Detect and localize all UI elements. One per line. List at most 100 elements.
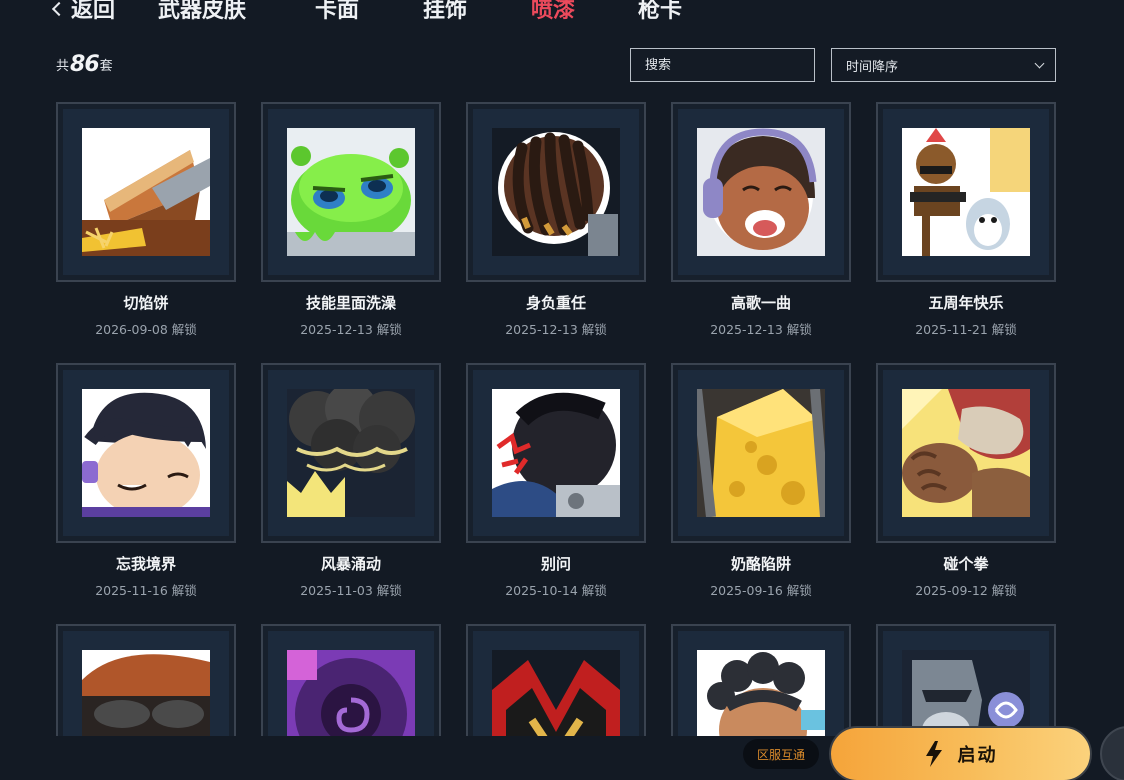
spray-anniversary-image xyxy=(902,128,1030,256)
spray-unlock-date: 2025-10-14 解锁 xyxy=(505,583,607,598)
spray-artwork xyxy=(902,128,1030,256)
launch-button[interactable]: 启动 xyxy=(829,726,1092,780)
spray-thumbnail-frame xyxy=(671,624,851,736)
spray-thumbnail-frame xyxy=(56,624,236,736)
spray-name: 五周年快乐 xyxy=(928,294,1004,312)
spray-name: 忘我境界 xyxy=(115,555,176,573)
spray-knight-image xyxy=(902,650,1030,736)
spray-storm-image xyxy=(287,389,415,517)
spray-unlock-date: 2025-12-13 解锁 xyxy=(710,322,812,337)
spray-name: 技能里面洗澡 xyxy=(305,294,396,312)
spray-thumbnail-frame xyxy=(261,363,441,543)
spray-cheese-image xyxy=(697,389,825,517)
spray-artwork xyxy=(902,650,1030,736)
spray-thumbnail-frame xyxy=(261,624,441,736)
spray-thumbnail-frame xyxy=(56,363,236,543)
lightning-bolt-icon xyxy=(925,741,942,767)
spray-thumbnail-frame xyxy=(466,363,646,543)
spray-unlock-date: 2025-12-13 解锁 xyxy=(300,322,402,337)
total-count: 共 86 套 xyxy=(56,52,113,77)
spray-unlock-date: 2025-11-16 解锁 xyxy=(95,583,197,598)
spray-unlock-date: 2025-11-21 解锁 xyxy=(915,322,1017,337)
region-crossplay-button[interactable]: 区服互通 xyxy=(743,739,819,769)
spray-slime-image xyxy=(287,128,415,256)
spray-name: 切馅饼 xyxy=(123,294,169,312)
spray-artwork xyxy=(287,389,415,517)
spray-card[interactable]: 技能里面洗澡 2025-12-13 解锁 xyxy=(261,102,441,338)
tab-weapon-skins[interactable]: 武器皮肤 xyxy=(158,0,246,24)
chevron-left-icon xyxy=(51,1,67,17)
spray-unlock-date: 2025-09-12 解锁 xyxy=(915,583,1017,598)
spray-unlock-date: 2025-12-13 解锁 xyxy=(505,322,607,337)
spray-pie-image xyxy=(82,128,210,256)
spray-fist-image xyxy=(902,389,1030,517)
spray-artwork xyxy=(82,650,210,736)
tab-gun-cards[interactable]: 枪卡 xyxy=(638,0,682,24)
spray-card[interactable]: 风暴涌动 2025-11-03 解锁 xyxy=(261,363,441,599)
spray-goggles-image xyxy=(82,650,210,736)
spray-card[interactable]: 身负重任 2025-12-13 解锁 xyxy=(466,102,646,338)
spray-purple-image xyxy=(287,650,415,736)
spray-thumbnail-frame xyxy=(56,102,236,282)
spray-mask-image xyxy=(492,650,620,736)
spray-artwork xyxy=(492,389,620,517)
search-input[interactable] xyxy=(631,49,814,81)
spray-artwork xyxy=(287,650,415,736)
spray-artwork xyxy=(82,128,210,256)
spray-name: 奶酪陷阱 xyxy=(730,555,791,573)
spray-card[interactable]: 高歌一曲 2025-12-13 解锁 xyxy=(671,102,851,338)
spray-thumbnail-frame xyxy=(466,102,646,282)
count-suffix: 套 xyxy=(99,59,113,74)
spray-card[interactable] xyxy=(671,624,851,736)
spray-thumbnail-frame xyxy=(876,363,1056,543)
spray-card[interactable]: 碰个拳 2025-09-12 解锁 xyxy=(876,363,1056,599)
spray-card[interactable] xyxy=(56,624,236,736)
spray-artwork xyxy=(697,389,825,517)
spray-name: 碰个拳 xyxy=(943,555,989,573)
spray-name: 身负重任 xyxy=(525,294,586,312)
launch-label: 启动 xyxy=(957,745,998,766)
spray-thumbnail-frame xyxy=(671,102,851,282)
spray-thumbnail-frame xyxy=(466,624,646,736)
spray-artwork xyxy=(287,128,415,256)
spray-grid: 切馅饼 2026-09-08 解锁 技能里面洗澡 2025-12-13 解锁 身… xyxy=(0,100,1124,736)
spray-card[interactable]: 忘我境界 2025-11-16 解锁 xyxy=(56,363,236,599)
spray-card[interactable]: 切馅饼 2026-09-08 解锁 xyxy=(56,102,236,338)
spray-thumbnail-frame xyxy=(876,102,1056,282)
search-box xyxy=(630,48,815,82)
top-navigation: 返回 武器皮肤 卡面 挂饰 喷漆 枪卡 xyxy=(0,0,1124,28)
spray-thumbnail-frame xyxy=(876,624,1056,736)
spray-unlock-date: 2025-11-03 解锁 xyxy=(300,583,402,598)
spray-card[interactable]: 奶酪陷阱 2025-09-16 解锁 xyxy=(671,363,851,599)
spray-unlock-date: 2025-09-16 解锁 xyxy=(710,583,812,598)
spray-artwork xyxy=(902,389,1030,517)
spray-card[interactable] xyxy=(466,624,646,736)
spray-artwork xyxy=(697,650,825,736)
spray-boy-image xyxy=(82,389,210,517)
spray-artwork xyxy=(492,128,620,256)
spray-card[interactable]: 别问 2025-10-14 解锁 xyxy=(466,363,646,599)
spray-unlock-date: 2026-09-08 解锁 xyxy=(95,322,197,337)
spray-name: 风暴涌动 xyxy=(320,555,381,573)
tab-sprays[interactable]: 喷漆 xyxy=(531,0,575,24)
spray-name: 高歌一曲 xyxy=(730,294,791,312)
tab-cards[interactable]: 卡面 xyxy=(315,0,359,24)
spray-artwork xyxy=(697,128,825,256)
spray-thumbnail-frame xyxy=(261,102,441,282)
chevron-down-icon xyxy=(1034,58,1045,69)
spray-artwork xyxy=(492,650,620,736)
spray-dreads-image xyxy=(492,128,620,256)
spray-curly-image xyxy=(697,650,825,736)
spray-name: 别问 xyxy=(540,555,571,573)
tab-charms[interactable]: 挂饰 xyxy=(423,0,467,24)
spray-singer-image xyxy=(697,128,825,256)
spray-card[interactable]: 五周年快乐 2025-11-21 解锁 xyxy=(876,102,1056,338)
back-button[interactable]: 返回 xyxy=(51,0,116,24)
spray-card[interactable] xyxy=(261,624,441,736)
sort-value: 时间降序 xyxy=(846,59,899,75)
spray-card[interactable] xyxy=(876,624,1056,736)
spray-angry-image xyxy=(492,389,620,517)
sort-dropdown[interactable]: 时间降序 xyxy=(831,48,1056,82)
spray-artwork xyxy=(82,389,210,517)
back-label: 返回 xyxy=(71,0,116,23)
